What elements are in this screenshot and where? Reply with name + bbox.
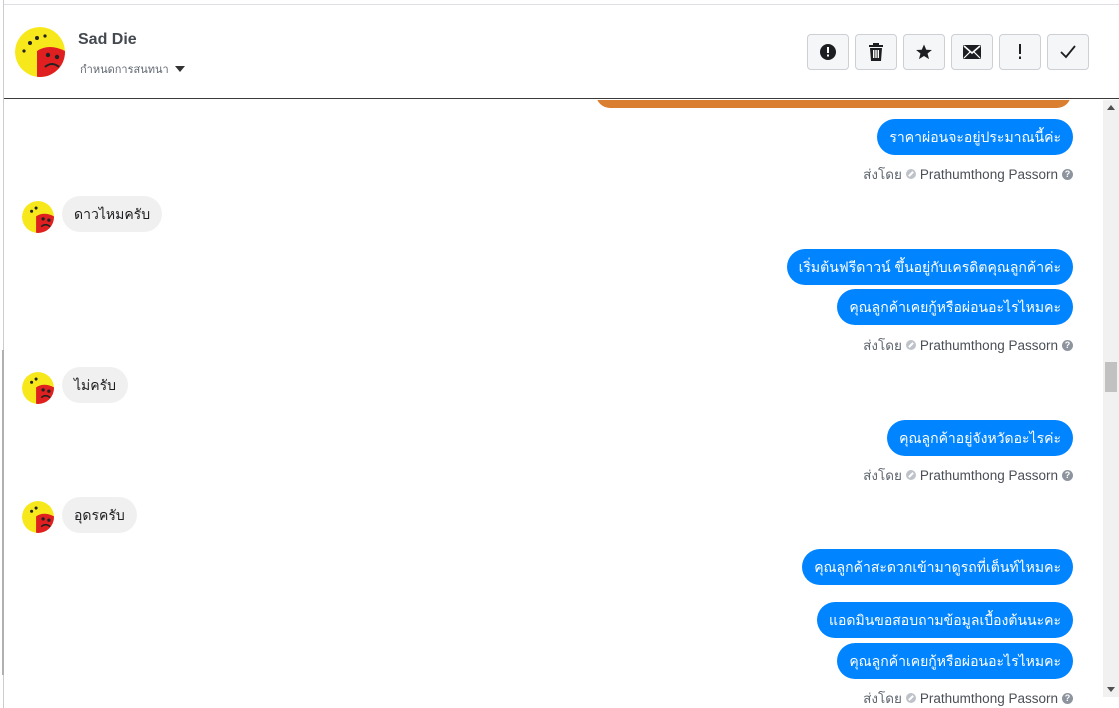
incoming-message: ดาวไหมครับ: [62, 196, 163, 232]
caret-down-icon: [174, 66, 185, 72]
agent-name[interactable]: Prathumthong Passorn: [920, 167, 1058, 182]
messenger-window: Sad Die กำหนดการสนทนา ราคาผ่อนจะอยู่ประม…: [0, 0, 1119, 708]
verified-icon: [905, 470, 916, 480]
help-icon[interactable]: ?: [1062, 692, 1073, 704]
star-button[interactable]: [903, 34, 945, 70]
sent-by-line: ส่งโดย Prathumthong Passorn ?: [863, 163, 1073, 185]
mark-spam-button[interactable]: [807, 34, 849, 70]
scroll-up-arrow-icon[interactable]: [1107, 105, 1115, 110]
sent-by-label: ส่งโดย: [863, 691, 902, 706]
agent-name[interactable]: Prathumthong Passorn: [920, 691, 1058, 706]
conversation-label: กำหนดการสนทนา: [80, 64, 169, 76]
contact-name: Sad Die: [78, 31, 137, 48]
contact-avatar-small: [22, 201, 54, 233]
verified-icon: [905, 693, 916, 703]
help-icon[interactable]: ?: [1062, 339, 1073, 351]
outgoing-message: ราคาผ่อนจะอยู่ประมาณนี้ค่ะ: [877, 119, 1073, 155]
sent-by-label: ส่งโดย: [863, 167, 902, 182]
checkmark-icon: [1060, 45, 1076, 59]
contact-avatar[interactable]: [15, 27, 65, 77]
verified-icon: [905, 169, 916, 179]
outgoing-message: คุณลูกค้าเคยกู้หรือผ่อนอะไรไหมคะ: [837, 643, 1073, 679]
outgoing-message: แอดมินขอสอบถามข้อมูลเบื้องต้นนะคะ: [816, 602, 1073, 638]
exclamation-icon: [1019, 44, 1021, 59]
agent-name[interactable]: Prathumthong Passorn: [920, 468, 1058, 483]
sent-by-label: ส่งโดย: [863, 338, 902, 353]
help-icon[interactable]: ?: [1062, 469, 1073, 481]
outgoing-message: คุณลูกค้าเคยกู้หรือผ่อนอะไรไหมคะ: [837, 289, 1073, 325]
envelope-icon: [963, 45, 981, 59]
vertical-scrollbar[interactable]: [1103, 100, 1119, 697]
mark-done-button[interactable]: [1047, 34, 1089, 70]
conversation-header: Sad Die กำหนดการสนทนา: [4, 4, 1119, 99]
follow-up-button[interactable]: [999, 34, 1041, 70]
contact-avatar-small: [22, 372, 54, 404]
alert-circle-icon: [820, 44, 836, 60]
incoming-message: อุดรครับ: [62, 497, 137, 533]
outgoing-message: คุณลูกค้าอยู่จังหวัดอะไรค่ะ: [887, 420, 1073, 456]
verified-icon: [905, 340, 916, 350]
outgoing-message: คุณลูกค้าสะดวกเข้ามาดูรถที่เต็นท์ไหมคะ: [802, 549, 1073, 585]
sent-by-line: ส่งโดย Prathumthong Passorn ?: [863, 334, 1073, 356]
scrollbar-thumb[interactable]: [1105, 362, 1117, 392]
delete-button[interactable]: [855, 34, 897, 70]
mark-unread-button[interactable]: [951, 34, 993, 70]
contact-avatar-small: [22, 501, 54, 533]
conversation-label-dropdown[interactable]: กำหนดการสนทนา: [80, 60, 185, 78]
sent-by-label: ส่งโดย: [863, 468, 902, 483]
action-toolbar: [807, 34, 1089, 70]
message-list[interactable]: ราคาผ่อนจะอยู่ประมาณนี้ค่ะ ส่งโดย Prathu…: [4, 100, 1103, 708]
outgoing-message: เริ่มต้นฟรีดาวน์ ขึ้นอยู่กับเครดิตคุณลูก…: [786, 249, 1073, 285]
scroll-down-arrow-icon[interactable]: [1107, 687, 1115, 692]
trash-icon: [869, 43, 883, 61]
sent-by-line: ส่งโดย Prathumthong Passorn ?: [863, 464, 1073, 486]
previous-attachment-card[interactable]: [596, 100, 1071, 108]
sent-by-line: ส่งโดย Prathumthong Passorn ?: [863, 687, 1073, 708]
incoming-message: ไม่ครับ: [62, 367, 129, 403]
agent-name[interactable]: Prathumthong Passorn: [920, 338, 1058, 353]
star-icon: [916, 44, 932, 60]
help-icon[interactable]: ?: [1062, 168, 1073, 180]
